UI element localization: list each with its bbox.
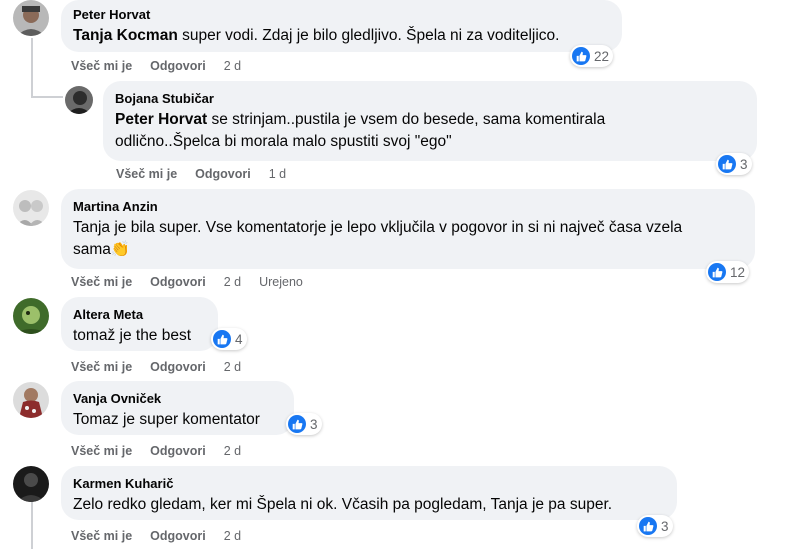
avatar[interactable] bbox=[13, 0, 49, 36]
comment-actions: Všeč mi je Odgovori 2 d Urejeno bbox=[71, 274, 303, 290]
comment-bubble: Martina Anzin Tanja je bila super. Vse k… bbox=[61, 189, 755, 269]
like-thumbs-up-icon bbox=[708, 263, 726, 281]
reply-button[interactable]: Odgovori bbox=[150, 529, 206, 543]
avatar[interactable] bbox=[13, 298, 49, 334]
like-button[interactable]: Všeč mi je bbox=[116, 167, 177, 181]
avatar[interactable] bbox=[13, 190, 49, 226]
comment-timestamp[interactable]: 2 d bbox=[224, 275, 241, 289]
comment-timestamp[interactable]: 2 d bbox=[224, 59, 241, 73]
comment-timestamp[interactable]: 2 d bbox=[224, 444, 241, 458]
reply-button[interactable]: Odgovori bbox=[195, 167, 251, 181]
comment-actions: Všeč mi je Odgovori 2 d bbox=[71, 443, 259, 459]
like-thumbs-up-icon bbox=[639, 517, 657, 535]
reactions-badge[interactable]: 3 bbox=[637, 515, 673, 537]
comment-bubble: Vanja Ovniček Tomaz je super komentator bbox=[61, 381, 294, 435]
comment-timestamp[interactable]: 1 d bbox=[269, 167, 286, 181]
comment-timestamp[interactable]: 2 d bbox=[224, 529, 241, 543]
comment-actions: Všeč mi je Odgovori 2 d bbox=[71, 359, 259, 375]
like-thumbs-up-icon bbox=[288, 415, 306, 433]
avatar[interactable] bbox=[13, 382, 49, 418]
comment-author[interactable]: Vanja Ovniček bbox=[73, 390, 282, 407]
comment-author[interactable]: Karmen Kuharič bbox=[73, 475, 665, 492]
comment-actions: Všeč mi je Odgovori 1 d bbox=[116, 166, 304, 182]
like-button[interactable]: Všeč mi je bbox=[71, 275, 132, 289]
reaction-count: 4 bbox=[235, 331, 243, 347]
like-button[interactable]: Všeč mi je bbox=[71, 59, 132, 73]
comment-text: Tomaz je super komentator bbox=[73, 411, 260, 428]
mention-link[interactable]: Peter Horvat bbox=[115, 111, 207, 128]
comment-text: tomaž je the best bbox=[73, 327, 192, 344]
comment-timestamp[interactable]: 2 d bbox=[224, 360, 241, 374]
comment-author[interactable]: Bojana Stubičar bbox=[115, 90, 745, 107]
comment-bubble: Peter Horvat Tanja Kocman super vodi. Zd… bbox=[61, 0, 622, 52]
reactions-badge[interactable]: 12 bbox=[706, 261, 750, 283]
thread-line-branch bbox=[31, 96, 63, 98]
comment-text: Zelo redko gledam, ker mi Špela ni ok. V… bbox=[73, 496, 613, 513]
reaction-count: 22 bbox=[594, 48, 610, 64]
comment-author[interactable]: Peter Horvat bbox=[73, 6, 610, 23]
like-thumbs-up-icon bbox=[572, 47, 590, 65]
mention-link[interactable]: Tanja Kocman bbox=[73, 27, 178, 44]
reply-button[interactable]: Odgovori bbox=[150, 59, 206, 73]
like-thumbs-up-icon bbox=[718, 155, 736, 173]
reactions-badge[interactable]: 3 bbox=[716, 153, 752, 175]
reply-button[interactable]: Odgovori bbox=[150, 360, 206, 374]
reaction-count: 12 bbox=[730, 264, 746, 280]
comment-text: Tanja Kocman super vodi. Zdaj je bilo gl… bbox=[73, 27, 560, 44]
avatar[interactable] bbox=[65, 86, 93, 114]
avatar[interactable] bbox=[13, 466, 49, 502]
comment-author[interactable]: Martina Anzin bbox=[73, 198, 743, 215]
reply-button[interactable]: Odgovori bbox=[150, 444, 206, 458]
like-button[interactable]: Všeč mi je bbox=[71, 529, 132, 543]
comment-actions: Všeč mi je Odgovori 2 d bbox=[71, 528, 259, 544]
edited-label[interactable]: Urejeno bbox=[259, 275, 303, 289]
comment-author[interactable]: Altera Meta bbox=[73, 306, 206, 323]
comment-bubble: Karmen Kuharič Zelo redko gledam, ker mi… bbox=[61, 466, 677, 520]
like-button[interactable]: Všeč mi je bbox=[71, 360, 132, 374]
reaction-count: 3 bbox=[310, 416, 318, 432]
comment-actions: Všeč mi je Odgovori 2 d bbox=[71, 58, 259, 74]
reactions-badge[interactable]: 4 bbox=[211, 328, 247, 350]
comment-bubble: Bojana Stubičar Peter Horvat se strinjam… bbox=[103, 81, 757, 161]
reaction-count: 3 bbox=[740, 156, 748, 172]
comment-text: Peter Horvat se strinjam..pustila je vse… bbox=[115, 111, 606, 150]
thread-line bbox=[31, 38, 33, 98]
reactions-badge[interactable]: 22 bbox=[570, 45, 614, 67]
like-thumbs-up-icon bbox=[213, 330, 231, 348]
reply-button[interactable]: Odgovori bbox=[150, 275, 206, 289]
reactions-badge[interactable]: 3 bbox=[286, 413, 322, 435]
thread-line bbox=[31, 498, 33, 549]
comment-text: Tanja je bila super. Vse komentatorje je… bbox=[73, 219, 683, 258]
reaction-count: 3 bbox=[661, 518, 669, 534]
comment-bubble: Altera Meta tomaž je the best bbox=[61, 297, 218, 351]
like-button[interactable]: Všeč mi je bbox=[71, 444, 132, 458]
